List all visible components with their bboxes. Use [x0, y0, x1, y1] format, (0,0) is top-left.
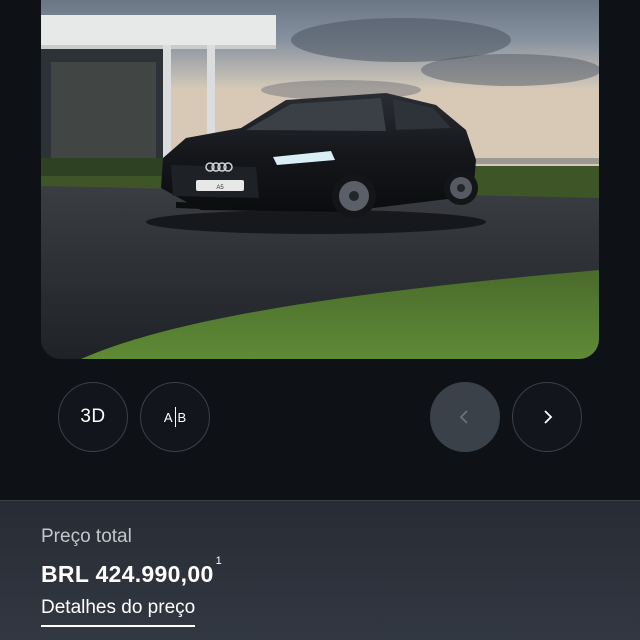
car-image[interactable]: A5: [41, 0, 599, 359]
price-label: Preço total: [41, 526, 132, 547]
price-footnote-marker: 1: [215, 555, 222, 567]
chevron-left-icon: [459, 410, 468, 424]
compare-ab-button[interactable]: A B: [140, 382, 210, 452]
3d-view-button[interactable]: 3D: [58, 382, 128, 452]
previous-image-button[interactable]: [430, 382, 500, 452]
next-image-button[interactable]: [512, 382, 582, 452]
price-details-link[interactable]: Detalhes do preço: [41, 597, 196, 627]
compare-a-label: A: [163, 409, 173, 425]
configurator-screen: A5 3D A B Preço total BRL 424.990,00 1 D…: [0, 0, 640, 640]
3d-view-label: 3D: [80, 406, 106, 427]
total-price: BRL 424.990,00 1: [41, 555, 222, 588]
total-price-value: BRL 424.990,00: [41, 561, 214, 587]
car-scene: A5: [41, 0, 599, 359]
price-summary-panel: Preço total BRL 424.990,00 1 Detalhes do …: [0, 500, 640, 640]
plate-text: A5: [216, 185, 224, 191]
chevron-right-icon: [544, 410, 553, 424]
compare-b-label: B: [177, 409, 187, 425]
compare-divider: [174, 407, 176, 427]
